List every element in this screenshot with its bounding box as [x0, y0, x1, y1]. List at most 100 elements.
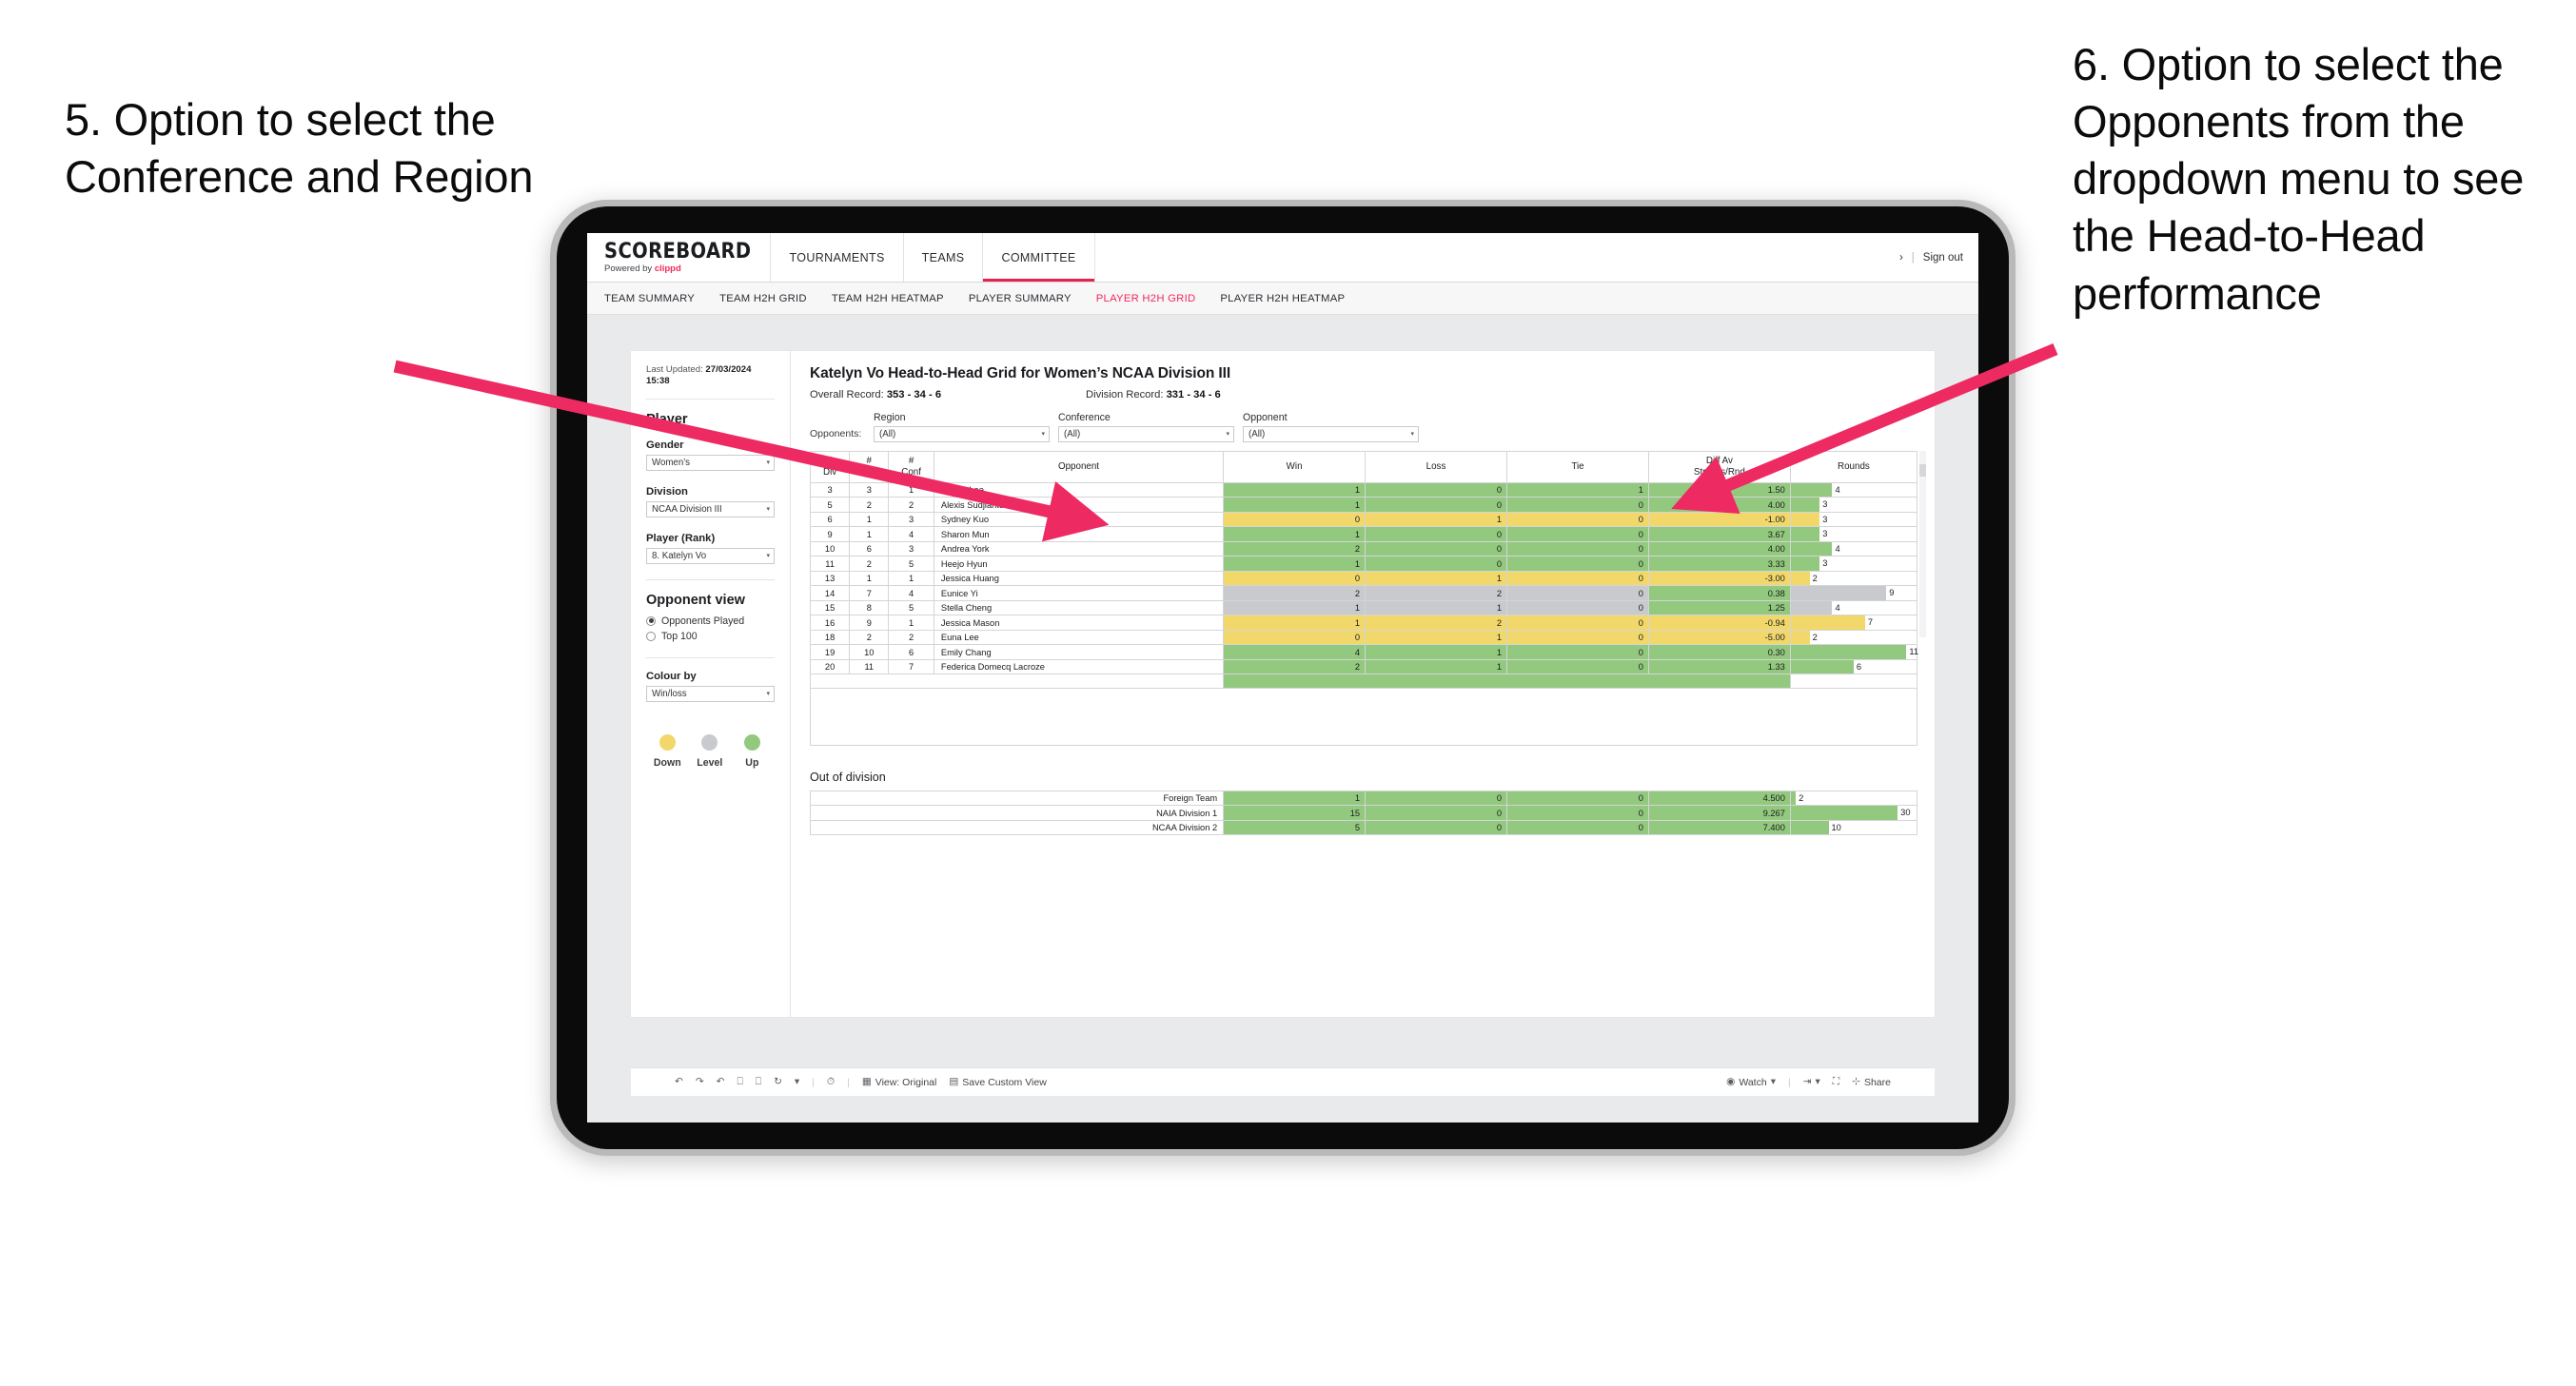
table-row[interactable]: Foreign Team 1 0 0 4.500 2: [809, 790, 1918, 807]
table-cell: 0: [1365, 497, 1507, 513]
chevron-down-icon: ▾: [1226, 431, 1229, 438]
rounds-value: 6: [1856, 661, 1862, 672]
loop-icon[interactable]: ↻: [774, 1077, 782, 1087]
rounds-bar: [1790, 527, 1820, 541]
redo-icon[interactable]: ↷: [696, 1077, 704, 1087]
gender-select[interactable]: Women’s ▾: [646, 454, 775, 471]
subnav-item-team-h2h-heatmap[interactable]: TEAM H2H HEATMAP: [832, 293, 944, 304]
revert-icon[interactable]: ↶: [717, 1077, 725, 1087]
table-cell: 20: [809, 658, 851, 675]
sidebar-divider-1: [646, 398, 775, 400]
loop-caret-icon[interactable]: ▾: [795, 1077, 799, 1087]
radio-opponents-played[interactable]: Opponents Played: [646, 615, 775, 627]
subnav-item-player-h2h-grid[interactable]: PLAYER H2H GRID: [1096, 293, 1196, 304]
topnav-item-committee[interactable]: COMMITTEE: [983, 233, 1095, 282]
sub-navigation-bar: TEAM SUMMARY TEAM H2H GRID TEAM H2H HEAT…: [587, 283, 1978, 315]
table-row[interactable]: 16 9 1 Jessica Mason 1 2 0 -0.94 7: [809, 615, 1918, 631]
table-cell: -3.00: [1647, 570, 1791, 587]
view-original-button[interactable]: ▦ View: Original: [862, 1077, 937, 1088]
subnav-item-player-h2h-heatmap[interactable]: PLAYER H2H HEATMAP: [1220, 293, 1345, 304]
table-row[interactable]: NCAA Division 2 5 0 0 7.400 10: [809, 819, 1918, 836]
table-row[interactable]: 13 1 1 Jessica Huang 0 1 0 -3.00 2: [809, 570, 1918, 587]
rounds-value: 3: [1822, 499, 1828, 510]
h2h-grid-header-cell[interactable]: Opponent: [933, 451, 1225, 483]
table-cell: 1: [1223, 556, 1367, 572]
refresh-icon[interactable]: ⎕: [737, 1077, 742, 1087]
h2h-grid-header-cell[interactable]: Loss: [1365, 451, 1507, 483]
download-button[interactable]: ⇥ ▾: [1803, 1077, 1820, 1087]
rounds-bar: [1790, 541, 1833, 556]
h2h-grid-wrapper: # Div # Reg # Conf Opponent Win Loss Tie Diff Av St…: [809, 451, 1926, 746]
rounds-bar: [1790, 820, 1829, 835]
table-cell: 2: [849, 497, 890, 513]
table-cell: 2: [888, 629, 934, 646]
subnav-item-team-summary[interactable]: TEAM SUMMARY: [604, 293, 695, 304]
table-cell: 0: [1505, 644, 1649, 660]
undo-icon[interactable]: ↶: [675, 1077, 683, 1087]
radio-top-100[interactable]: Top 100: [646, 631, 775, 642]
opponent-filter-select[interactable]: (All) ▾: [1243, 426, 1419, 442]
division-label: Division: [646, 485, 688, 498]
toolbar-bottom-band: [587, 1096, 1978, 1122]
brand-logo[interactable]: SCOREBOARD Powered by clippd: [587, 233, 772, 282]
table-row[interactable]: 19 10 6 Emily Chang 4 1 0 0.30 11: [809, 644, 1918, 660]
topnav-item-tournaments[interactable]: TOURNAMENTS: [771, 233, 904, 282]
topnav-item-teams-label: TEAMS: [921, 250, 965, 264]
h2h-grid-header-cell[interactable]: # Reg: [849, 451, 890, 483]
topnav-item-teams[interactable]: TEAMS: [904, 233, 984, 282]
conference-filter: Conference (All) ▾: [1058, 412, 1234, 442]
table-cell: 18: [809, 629, 851, 646]
table-cell: 15: [1223, 805, 1367, 821]
h2h-grid-header-cell[interactable]: # Div: [809, 451, 851, 483]
table-row[interactable]: 14 7 4 Eunice Yi 2 2 0 0.38 9: [809, 585, 1918, 601]
opponent-filters: Opponents: Region (All) ▾ Conference (Al…: [810, 412, 1917, 442]
table-row[interactable]: 5 2 2 Alexis Sudjianto 1 0 0 4.00 3: [809, 497, 1918, 513]
table-cell: 1: [1505, 481, 1649, 498]
radio-top-100-label: Top 100: [661, 630, 698, 642]
table-cell: 0: [1505, 570, 1649, 587]
table-row[interactable]: 6 1 3 Sydney Kuo 0 1 0 -1.00 3: [809, 511, 1918, 528]
table-cell: 11: [849, 658, 890, 675]
h2h-grid-header-cell[interactable]: Win: [1223, 451, 1367, 483]
colour-by-select[interactable]: Win/loss ▾: [646, 685, 775, 702]
division-record-value: 331 - 34 - 6: [1166, 389, 1221, 400]
division-select[interactable]: NCAA Division III ▾: [646, 500, 775, 517]
chevron-right-icon[interactable]: ›: [1899, 252, 1903, 264]
share-button[interactable]: ⊹ Share: [1852, 1077, 1891, 1088]
table-cell: 6: [888, 644, 934, 660]
table-scrollbar-thumb[interactable]: [1919, 464, 1926, 477]
h2h-grid-header-cell[interactable]: Rounds: [1789, 451, 1918, 483]
table-row[interactable]: 11 2 5 Heejo Hyun 1 0 0 3.33 3: [809, 556, 1918, 572]
sign-out-link[interactable]: Sign out: [1923, 252, 1963, 264]
region-filter-select[interactable]: (All) ▾: [874, 426, 1050, 442]
table-vertical-scrollbar[interactable]: [1919, 451, 1926, 637]
table-row[interactable]: 9 1 4 Sharon Mun 1 0 0 3.67 3: [809, 526, 1918, 542]
table-cell: Stella Cheng: [933, 599, 1225, 616]
rounds-bar: [1790, 512, 1820, 527]
table-cell: 10: [849, 644, 890, 660]
pause-icon[interactable]: ⎕: [756, 1077, 761, 1087]
history-icon[interactable]: ⏱: [827, 1077, 835, 1087]
h2h-grid-header-cell[interactable]: Tie: [1505, 451, 1649, 483]
rounds-bar-cell: 2: [1789, 790, 1918, 807]
table-row[interactable]: 20 11 7 Federica Domecq Lacroze 2 1 0 1.33 6: [809, 658, 1918, 675]
player-rank-select[interactable]: 8. Katelyn Vo ▾: [646, 547, 775, 564]
player-rank-value: 8. Katelyn Vo: [652, 550, 707, 561]
save-custom-view-button[interactable]: ▤ Save Custom View: [949, 1077, 1046, 1088]
rounds-bar-cell: 4: [1789, 599, 1918, 616]
table-row[interactable]: 3 3 1 Esther Lee 1 0 1 1.50 4: [809, 481, 1918, 498]
table-row[interactable]: 15 8 5 Stella Cheng 1 1 0 1.25 4: [809, 599, 1918, 616]
subnav-item-player-summary[interactable]: PLAYER SUMMARY: [969, 293, 1072, 304]
division-record: Division Record: 331 - 34 - 6: [1086, 389, 1362, 400]
table-row[interactable]: NAIA Division 1 15 0 0 9.267 30: [809, 805, 1918, 821]
subnav-item-team-h2h-grid[interactable]: TEAM H2H GRID: [719, 293, 807, 304]
rounds-bar-cell: 4: [1789, 481, 1918, 498]
h2h-grid-header-cell[interactable]: # Conf: [888, 451, 934, 483]
h2h-grid-header-cell[interactable]: Diff Av Strokes/Rnd: [1647, 451, 1791, 483]
table-row[interactable]: 10 6 3 Andrea York 2 0 0 4.00 4: [809, 540, 1918, 557]
table-row[interactable]: 18 2 2 Euna Lee 0 1 0 -5.00 2: [809, 629, 1918, 646]
conference-filter-select[interactable]: (All) ▾: [1058, 426, 1234, 442]
watch-button[interactable]: ◉ Watch ▾: [1726, 1077, 1776, 1088]
brand-name: SCOREBOARD: [604, 238, 752, 263]
fullscreen-icon[interactable]: ⛶: [1833, 1077, 1839, 1087]
